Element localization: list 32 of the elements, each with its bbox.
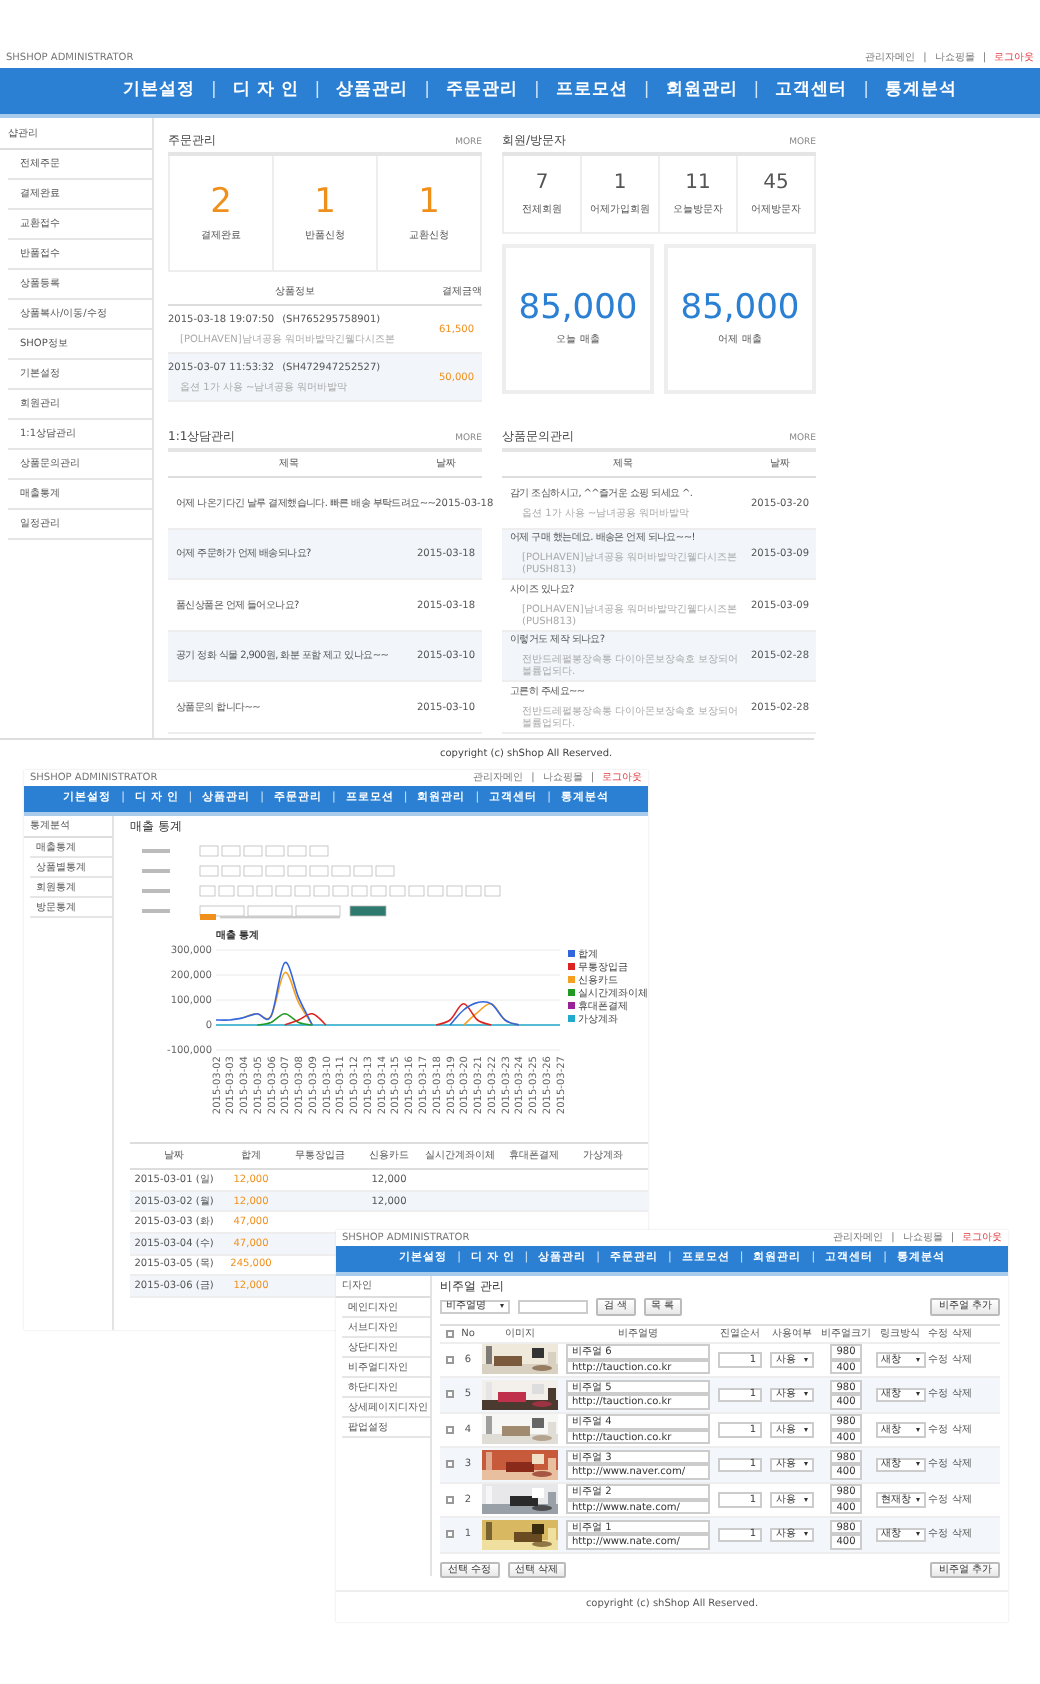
member-count: 1: [613, 173, 627, 194]
order-count: 2: [210, 185, 232, 220]
nav-separator: |: [314, 80, 321, 102]
nav-menu-item[interactable]: 회원관리: [665, 80, 738, 102]
row-checkbox[interactable]: [445, 1530, 453, 1539]
nav-menu-item[interactable]: 디 자 인: [232, 80, 299, 102]
nav-separator: |: [863, 80, 870, 102]
nav-menu-item[interactable]: 상품관리: [336, 80, 409, 102]
nav-separator: |: [210, 80, 217, 102]
sales-amount: 85,000: [680, 292, 800, 327]
row-checkbox[interactable]: [445, 1460, 453, 1469]
select-all-checkbox[interactable]: [445, 1329, 453, 1338]
order-count: 1: [418, 185, 440, 220]
search-field[interactable]: [518, 1299, 588, 1315]
row-checkbox[interactable]: [445, 1495, 453, 1504]
sales-amount: 85,000: [518, 292, 638, 327]
row-checkbox[interactable]: [445, 1390, 453, 1399]
nav-separator: |: [643, 80, 650, 102]
nav-menu-item[interactable]: 통계분석: [885, 80, 958, 102]
nav-separator: |: [753, 80, 760, 102]
nav-menu-item[interactable]: 주문관리: [446, 80, 519, 102]
row-checkbox[interactable]: [445, 1425, 453, 1434]
order-count: 1: [314, 185, 336, 220]
row-checkbox[interactable]: [445, 1355, 453, 1364]
nav-separator: |: [534, 80, 540, 102]
member-count: 7: [535, 173, 549, 194]
member-count: 45: [763, 173, 789, 194]
member-count: 11: [685, 173, 711, 194]
nav-menu-item[interactable]: 고객센터: [775, 80, 848, 102]
nav-menu-item[interactable]: 프로모션: [555, 80, 628, 102]
nav-separator: |: [424, 80, 431, 102]
nav-menu-item[interactable]: 기본설정: [122, 80, 195, 102]
